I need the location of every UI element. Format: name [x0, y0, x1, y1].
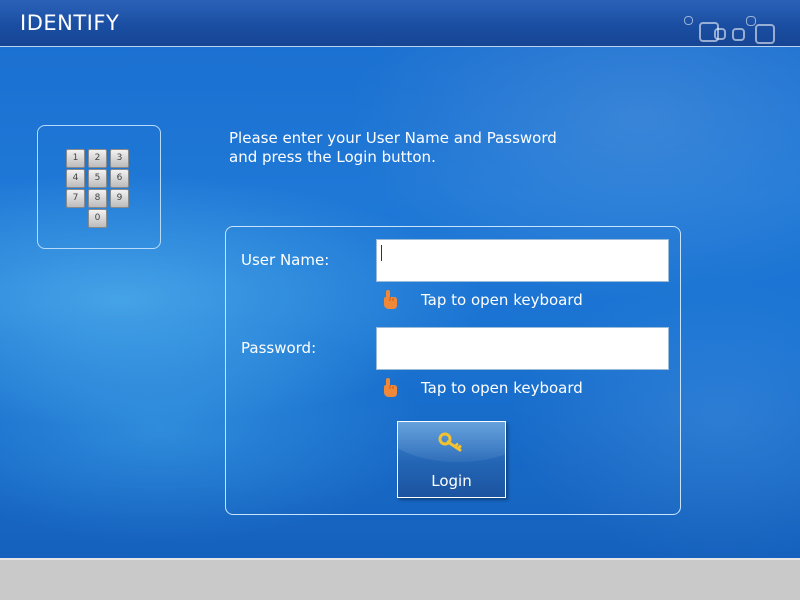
pointing-hand-icon — [384, 378, 397, 397]
pointing-hand-icon — [384, 290, 397, 309]
keypad-key: 8 — [88, 189, 107, 208]
keypad-key: 4 — [66, 169, 85, 188]
username-field-wrap — [376, 239, 669, 282]
window-control-square-icon — [732, 28, 745, 41]
username-input[interactable] — [376, 239, 669, 282]
keypad-key: 0 — [88, 209, 107, 228]
keypad-key: 7 — [66, 189, 85, 208]
bottom-bar — [0, 558, 800, 600]
instructions-line-2: and press the Login button. — [229, 148, 436, 166]
keypad-key: 3 — [110, 149, 129, 168]
window-controls-icon[interactable] — [684, 14, 794, 46]
keypad-key: 9 — [110, 189, 129, 208]
window-control-square-icon — [684, 16, 693, 25]
keyboard-hint-label: Tap to open keyboard — [421, 291, 583, 309]
login-button-label: Login — [431, 472, 472, 490]
username-label: User Name: — [241, 251, 330, 269]
keypad-icon: 123 456 7890 — [66, 149, 132, 229]
keypad-key: 5 — [88, 169, 107, 188]
title-bar: IDENTIFY — [0, 0, 800, 47]
keypad-key: 6 — [110, 169, 129, 188]
password-input[interactable] — [376, 327, 669, 370]
password-label: Password: — [241, 339, 317, 357]
instructions-line-1: Please enter your User Name and Password — [229, 129, 557, 147]
background: IDENTIFY 123 456 7890 Please enter your Us… — [0, 0, 800, 558]
window-title: IDENTIFY — [20, 11, 120, 35]
key-icon — [438, 432, 462, 452]
window-control-square-icon — [746, 16, 756, 26]
keypad-panel[interactable]: 123 456 7890 — [37, 125, 161, 249]
keypad-key: 2 — [88, 149, 107, 168]
instructions-text: Please enter your User Name and Password… — [229, 129, 629, 167]
login-button[interactable]: Login — [397, 421, 506, 498]
keyboard-hint-label: Tap to open keyboard — [421, 379, 583, 397]
window-control-square-icon — [714, 28, 726, 40]
text-caret — [381, 245, 382, 261]
login-panel: User Name: Tap to open keyboard Password… — [225, 226, 681, 515]
window-control-square-icon — [755, 24, 775, 44]
keypad-key: 1 — [66, 149, 85, 168]
